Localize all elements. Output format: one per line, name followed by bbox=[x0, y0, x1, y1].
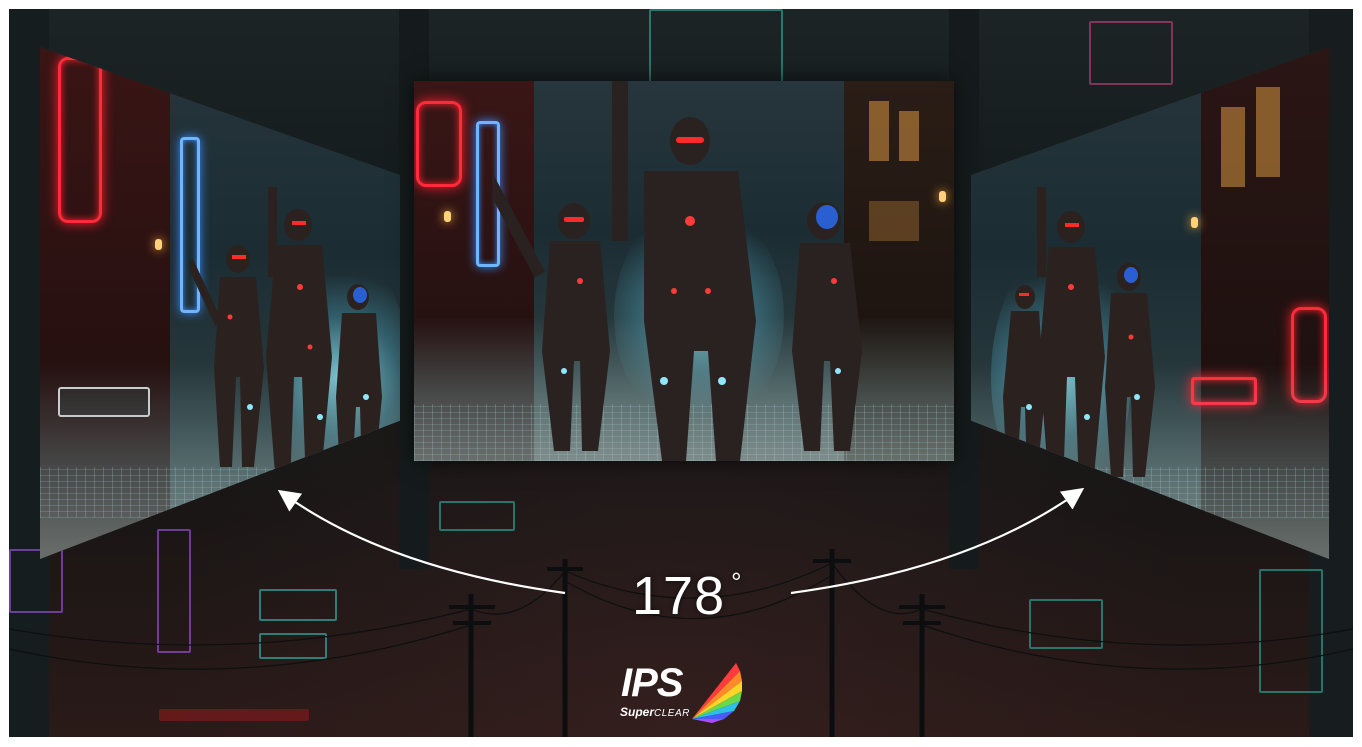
ips-text: IPS bbox=[621, 661, 683, 705]
viewing-angle-value: 178 bbox=[632, 566, 726, 626]
arrow-left bbox=[277, 489, 566, 595]
rainbow-fan-icon bbox=[692, 663, 742, 723]
clear-text: CLEAR bbox=[654, 708, 690, 719]
superclear-text: SuperCLEAR bbox=[620, 705, 690, 719]
arrow-right bbox=[790, 487, 1085, 595]
super-text: Super bbox=[620, 705, 655, 719]
degree-symbol: ° bbox=[731, 567, 743, 597]
viewing-angle-arrows bbox=[277, 487, 1085, 595]
viewing-angle-label: 178 ° bbox=[632, 565, 743, 627]
ips-superclear-logo: IPS SuperCLEAR bbox=[618, 661, 748, 731]
product-banner: 178 ° IPS SuperCLEAR bbox=[9, 9, 1353, 737]
